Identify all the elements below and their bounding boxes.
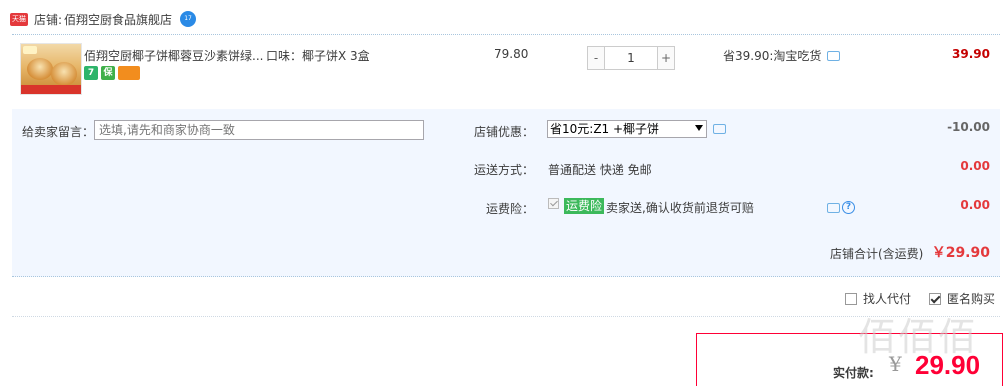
product-thumbnail[interactable] [20, 43, 82, 95]
anonymous-option[interactable]: 匿名购买 [928, 290, 995, 307]
qty-input[interactable] [605, 46, 657, 70]
promo-selected-value: 省10元:Z1 +椰子饼 [550, 122, 660, 136]
promo-label: 店铺优惠： [473, 125, 534, 139]
currency-symbol: ¥ [889, 352, 902, 376]
qty-minus-button[interactable]: - [587, 46, 605, 70]
shop-total-label: 店铺合计(含运费) [830, 247, 924, 261]
item-subtotal: 39.90 [952, 47, 990, 61]
proxy-pay-checkbox[interactable] [844, 292, 857, 305]
guarantee-icon[interactable]: 保 [101, 66, 115, 80]
service-icons: 7 保 [84, 66, 140, 80]
shipping-amount: 0.00 [960, 159, 990, 173]
order-item-row: 佰翔空厨椰子饼椰蓉豆沙素饼绿... 口味：椰子饼X 3盒 7 保 79.80 -… [12, 34, 1000, 106]
insurance-amount: 0.00 [960, 198, 990, 212]
credit-card-icon[interactable] [118, 66, 140, 80]
payment-summary: 实付款: ¥ 29.90 [696, 333, 1003, 386]
insurance-tag: 运费险 [564, 198, 605, 214]
proxy-pay-label: 找人代付 [862, 292, 911, 306]
chat-icon[interactable]: 17 [180, 11, 197, 27]
tmall-icon: 天猫 [10, 12, 28, 26]
product-sku: 口味：椰子饼X 3盒 [266, 49, 370, 63]
seller-note-input[interactable] [94, 120, 424, 140]
promo-message-icon[interactable] [713, 124, 726, 134]
divider [12, 316, 1000, 317]
shipping-label: 运送方式： [473, 163, 534, 177]
proxy-pay-option[interactable]: 找人代付 [844, 290, 911, 307]
shop-label: 店铺: [34, 12, 63, 27]
help-icon[interactable]: ? [842, 201, 855, 214]
seven-day-return-icon[interactable]: 7 [84, 66, 98, 80]
shop-total-value: ￥29.90 [931, 245, 990, 261]
message-icon[interactable] [827, 51, 841, 61]
savings-promo: 省39.90:淘宝吃货 [723, 47, 841, 64]
shop-header: 天猫 店铺: 佰翔空厨食品旗舰店 17 [10, 8, 197, 30]
shop-name-link[interactable]: 佰翔空厨食品旗舰店 [64, 11, 172, 28]
savings-text: 省39.90:淘宝吃货 [723, 49, 822, 63]
insurance-label: 运费险： [485, 202, 534, 216]
pay-label: 实付款: [833, 366, 874, 380]
insurance-message-icon[interactable] [827, 203, 840, 213]
insurance-checkbox[interactable] [548, 198, 559, 209]
qty-plus-button[interactable]: + [657, 46, 675, 70]
product-title-link[interactable]: 佰翔空厨椰子饼椰蓉豆沙素饼绿... [84, 47, 264, 64]
seller-note-label: 给卖家留言： [22, 125, 95, 139]
quantity-stepper: - + [587, 46, 675, 70]
shipping-method: 普通配送 快递 免邮 [548, 163, 652, 177]
unit-price: 79.80 [494, 47, 529, 61]
checkout-options: 找人代付 匿名购买 [844, 290, 995, 307]
anonymous-checkbox[interactable] [928, 292, 941, 305]
pay-amount: 29.90 [915, 350, 981, 380]
anonymous-label: 匿名购买 [946, 292, 995, 306]
order-options-panel: 给卖家留言： 店铺优惠： 省10元:Z1 +椰子饼 -10.00 运送方式： 普… [12, 109, 1000, 277]
promo-select[interactable]: 省10元:Z1 +椰子饼 [547, 120, 707, 138]
promo-amount: -10.00 [947, 120, 990, 134]
chevron-down-icon [695, 125, 703, 131]
insurance-description: 卖家送,确认收货前退货可赔 [606, 201, 754, 215]
